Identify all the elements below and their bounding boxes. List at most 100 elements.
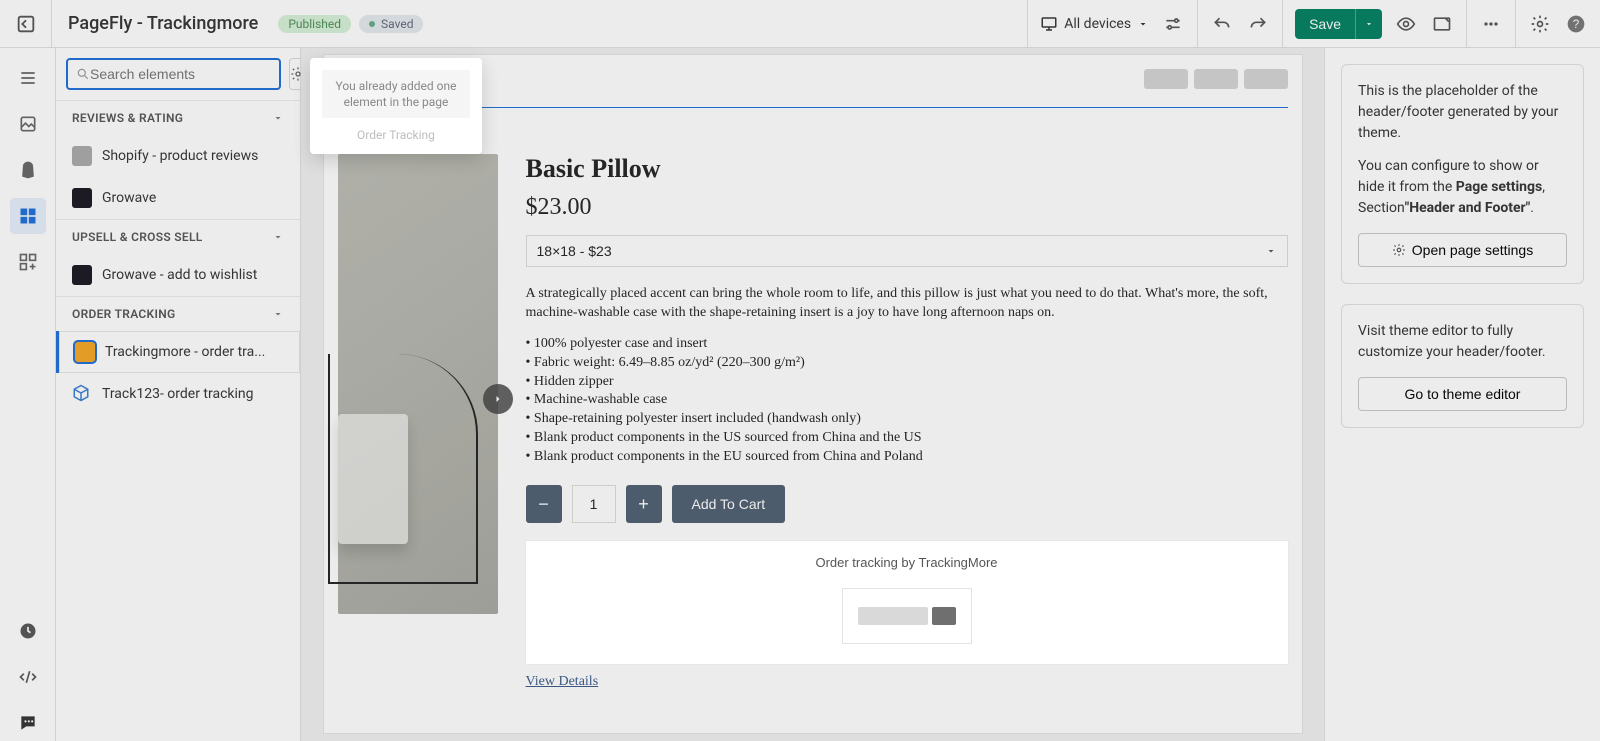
published-badge: Published: [278, 15, 351, 33]
preview-button[interactable]: [1394, 12, 1418, 36]
product-bullets: • 100% polyester case and insert • Fabri…: [526, 335, 1288, 467]
info-text: This is the placeholder of the header/fo…: [1358, 81, 1567, 144]
view-details-link[interactable]: View Details: [526, 674, 1288, 690]
save-dropdown-button[interactable]: [1355, 9, 1382, 39]
save-button[interactable]: Save: [1295, 9, 1355, 39]
code-icon: [18, 667, 38, 687]
gear-icon: [1392, 243, 1406, 257]
rail-code-button[interactable]: [10, 659, 46, 695]
rail-image-button[interactable]: [10, 106, 46, 142]
rail-chat-button[interactable]: [10, 705, 46, 741]
eye-icon: [1396, 14, 1416, 34]
section-upsell-head[interactable]: UPSELL & CROSS SELL: [56, 219, 300, 254]
box-icon: [72, 384, 90, 402]
tracking-form: [842, 588, 972, 644]
dots-icon: [1481, 14, 1501, 34]
sidebar-item-growave-wishlist[interactable]: Growave - add to wishlist: [56, 254, 300, 296]
help-icon: ?: [1566, 14, 1586, 34]
tooltip-popover: You already added one element in the pag…: [310, 58, 482, 154]
sidebar-item-label: Shopify - product reviews: [102, 148, 258, 164]
settings-sliders-button[interactable]: [1161, 12, 1185, 36]
save-group: Save: [1282, 0, 1466, 48]
sliders-icon: [1163, 14, 1183, 34]
info-text: Visit theme editor to fully customize yo…: [1358, 321, 1567, 363]
search-icon: [76, 67, 90, 81]
help-button[interactable]: ?: [1564, 12, 1588, 36]
image-icon: [18, 114, 38, 134]
list-icon: [18, 68, 38, 88]
sidebar-item-label: Growave: [102, 190, 156, 206]
canvas-page[interactable]: Basic Pillow $23.00 18×18 - $23 A strate…: [323, 54, 1303, 734]
back-icon: [15, 13, 37, 35]
qty-value[interactable]: 1: [572, 485, 616, 523]
go-to-theme-editor-button[interactable]: Go to theme editor: [1358, 377, 1567, 411]
chevron-down-icon: [272, 231, 284, 243]
top-bar: PageFly - Trackingmore Published Saved A…: [0, 0, 1600, 48]
elements-panel: REVIEWS & RATING Shopify - product revie…: [56, 48, 301, 741]
tracking-input[interactable]: [858, 607, 928, 625]
tracking-title: Order tracking by TrackingMore: [540, 555, 1274, 570]
redo-icon: [1248, 14, 1268, 34]
next-image-button[interactable]: [483, 384, 513, 414]
sidebar-item-label: Trackingmore - order tra...: [105, 344, 265, 360]
publish-icon: [1432, 14, 1452, 34]
product-description: A strategically placed accent can bring …: [526, 285, 1288, 323]
chevron-down-icon: [272, 112, 284, 124]
left-rail: [0, 48, 56, 741]
tracking-widget[interactable]: Order tracking by TrackingMore: [526, 541, 1288, 664]
chevron-down-icon: [1265, 245, 1277, 257]
undo-button[interactable]: [1210, 12, 1234, 36]
theme-editor-info-box: Visit theme editor to fully customize yo…: [1341, 304, 1584, 428]
saved-badge: Saved: [359, 15, 423, 33]
sidebar-item-label: Track123- order tracking: [102, 386, 254, 402]
rail-shopify-button[interactable]: [10, 152, 46, 188]
more-group: [1466, 0, 1515, 48]
sidebar-item-label: Growave - add to wishlist: [102, 267, 257, 283]
back-button[interactable]: [0, 0, 52, 48]
gear-icon: [1530, 14, 1550, 34]
chevron-right-icon: [492, 393, 504, 405]
rail-add-button[interactable]: [10, 244, 46, 280]
sidebar-item-shopify-reviews[interactable]: Shopify - product reviews: [56, 135, 300, 177]
desktop-icon: [1040, 15, 1058, 33]
tracking-submit-button[interactable]: [932, 607, 956, 625]
gear-button[interactable]: [1528, 12, 1552, 36]
chevron-down-icon: [1137, 18, 1149, 30]
tooltip-label: Order Tracking: [322, 128, 470, 142]
rail-outline-button[interactable]: [10, 60, 46, 96]
info-text2: You can configure to show or hide it fro…: [1358, 156, 1567, 219]
add-grid-icon: [18, 252, 38, 272]
qty-decrease-button[interactable]: −: [526, 485, 562, 523]
product-price: $23.00: [526, 194, 1288, 221]
section-reviews-head[interactable]: REVIEWS & RATING: [56, 100, 300, 135]
rail-history-button[interactable]: [10, 613, 46, 649]
header-footer-info-box: This is the placeholder of the header/fo…: [1341, 64, 1584, 284]
qty-increase-button[interactable]: +: [626, 485, 662, 523]
sidebar-item-track123[interactable]: Track123- order tracking: [56, 373, 300, 415]
chat-icon: [18, 713, 38, 733]
more-button[interactable]: [1479, 12, 1503, 36]
device-group: All devices: [1027, 0, 1197, 48]
search-elements-input[interactable]: [90, 66, 271, 82]
add-to-cart-button[interactable]: Add To Cart: [672, 485, 786, 523]
search-elements-wrap[interactable]: [66, 58, 281, 90]
clock-icon: [18, 621, 38, 641]
tooltip-message: You already added one element in the pag…: [322, 70, 470, 118]
product-image[interactable]: [338, 154, 498, 614]
page-title: PageFly - Trackingmore: [52, 13, 274, 34]
section-tracking-head[interactable]: ORDER TRACKING: [56, 296, 300, 331]
rail-elements-button[interactable]: [10, 198, 46, 234]
open-page-settings-button[interactable]: Open page settings: [1358, 233, 1567, 267]
sidebar-item-growave[interactable]: Growave: [56, 177, 300, 219]
device-selector[interactable]: All devices: [1040, 15, 1149, 33]
help-group: ?: [1515, 0, 1600, 48]
svg-text:?: ?: [1573, 18, 1580, 31]
shopify-icon: [18, 160, 38, 180]
sidebar-item-trackingmore[interactable]: Trackingmore - order tra...: [56, 331, 300, 373]
publish-button[interactable]: [1430, 12, 1454, 36]
product-title: Basic Pillow: [526, 154, 1288, 184]
redo-button[interactable]: [1246, 12, 1270, 36]
undo-icon: [1212, 14, 1232, 34]
variant-selector[interactable]: 18×18 - $23: [526, 235, 1288, 267]
undo-redo-group: [1197, 0, 1282, 48]
